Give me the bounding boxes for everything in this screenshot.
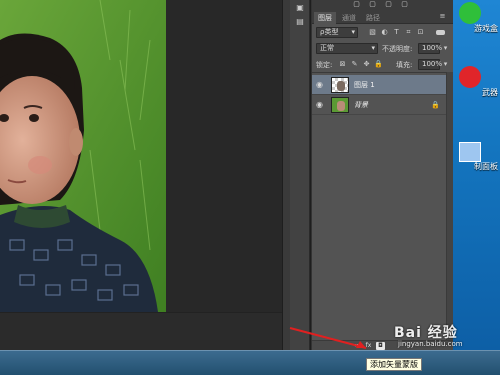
layer-row-layer1[interactable]: ◉ 图层 1: [312, 75, 446, 95]
panel-icon-c[interactable]: ▢: [384, 0, 393, 9]
filter-kind-select[interactable]: ρ类型 ▾: [316, 27, 358, 38]
blend-row: 正常 ▾ 不透明度: 100% ▾: [312, 41, 454, 57]
taskbar: [0, 350, 500, 375]
baidu-watermark-logo: Bai 经验: [394, 325, 458, 341]
add-vector-mask-tooltip: 添加矢量蒙版: [366, 358, 422, 371]
lock-all-icon[interactable]: 🔒: [374, 60, 383, 69]
game-box-icon: [459, 2, 481, 24]
eye-icon[interactable]: ◉: [316, 100, 326, 110]
panel-icon-a[interactable]: ▢: [352, 0, 361, 9]
desktop-icon-weapon[interactable]: 武器: [453, 66, 500, 98]
collapsed-panel-strip: ▣ ▤: [290, 0, 310, 350]
layer-row-background[interactable]: ◉ 背景 🔒: [312, 95, 446, 115]
document-canvas[interactable]: [0, 0, 282, 350]
control-panel-icon: [459, 142, 481, 162]
panel-tabs: 图层 通道 路径 ≡: [312, 10, 454, 24]
filter-toggle[interactable]: [436, 30, 445, 35]
lock-transparent-icon[interactable]: ⊠: [338, 60, 347, 69]
layers-list: ◉ 图层 1 ◉ 背景 🔒: [312, 72, 454, 340]
layer-thumbnail-content: [337, 81, 345, 91]
layer-name[interactable]: 图层 1: [354, 80, 375, 90]
lock-label: 锁定:: [316, 61, 333, 69]
lock-image-icon[interactable]: ✎: [350, 60, 359, 69]
filter-type-icon[interactable]: T: [392, 28, 401, 37]
desktop-icon-label: 游戏盒: [474, 24, 498, 33]
lock-icon: 🔒: [431, 101, 440, 109]
layers-panel: ▢ ▢ ▢ ▢ 图层 通道 路径 ≡ ρ类型 ▾ ▧ ◐ T ⌗ ⊡ 正常 ▾ …: [311, 0, 454, 350]
desktop-icon-game-box[interactable]: 游戏盒: [453, 2, 500, 34]
panel-header-strip: ▢ ▢ ▢ ▢: [312, 0, 454, 10]
baidu-watermark-url: jingyan.baidu.com: [398, 340, 463, 348]
lock-row: 锁定: ⊠ ✎ ✥ 🔒 填充: 100% ▾: [312, 57, 454, 73]
desktop-area: 游戏盒 武器 制面板: [453, 0, 500, 350]
properties-icon[interactable]: ▤: [294, 17, 306, 27]
opacity-input[interactable]: 100%: [418, 43, 442, 54]
canvas-pasteboard: [0, 312, 282, 350]
layer-name[interactable]: 背景: [354, 100, 368, 110]
chevron-down-icon: ▾: [371, 44, 375, 52]
layer-thumbnail: [331, 97, 349, 113]
add-mask-button[interactable]: ◘: [376, 342, 385, 350]
layer-thumbnail-content: [337, 101, 345, 111]
filter-pixel-icon[interactable]: ▧: [368, 28, 377, 37]
blend-mode-select[interactable]: 正常 ▾: [316, 43, 378, 54]
filter-row: ρ类型 ▾ ▧ ◐ T ⌗ ⊡: [312, 25, 454, 41]
panel-divider[interactable]: [282, 0, 290, 350]
panel-icon-b[interactable]: ▢: [368, 0, 377, 9]
eye-icon[interactable]: ◉: [316, 80, 326, 90]
history-icon[interactable]: ▣: [294, 3, 306, 13]
desktop-icon-label: 武器: [482, 88, 498, 97]
panel-menu-icon[interactable]: ≡: [438, 12, 447, 21]
tab-layers[interactable]: 图层: [314, 12, 336, 24]
fill-input[interactable]: 100%: [418, 59, 442, 70]
weapon-icon: [459, 66, 481, 88]
tab-paths[interactable]: 路径: [362, 12, 384, 24]
filter-kind-label: ρ类型: [320, 28, 339, 36]
panel-icon-d[interactable]: ▢: [400, 0, 409, 9]
filter-shape-icon[interactable]: ⌗: [404, 28, 413, 37]
tab-channels[interactable]: 通道: [338, 12, 360, 24]
photo-image: [0, 0, 166, 312]
photoshop-window: ▣ ▤ ▢ ▢ ▢ ▢ 图层 通道 路径 ≡ ρ类型 ▾ ▧ ◐ T ⌗ ⊡ 正…: [0, 0, 500, 375]
opacity-label: 不透明度:: [382, 45, 413, 53]
fill-dropdown-icon[interactable]: ▾: [441, 60, 450, 69]
red-arrow-annotation: [289, 327, 367, 349]
fill-label: 填充:: [396, 61, 413, 69]
filter-adjustment-icon[interactable]: ◐: [380, 28, 389, 37]
layer-thumbnail: [331, 77, 349, 93]
lock-position-icon[interactable]: ✥: [362, 60, 371, 69]
chevron-down-icon: ▾: [351, 28, 355, 36]
blend-mode-value: 正常: [320, 44, 334, 52]
opacity-dropdown-icon[interactable]: ▾: [441, 44, 450, 53]
desktop-icon-control-panel[interactable]: 制面板: [453, 142, 500, 172]
desktop-icon-label: 制面板: [474, 162, 498, 171]
filter-smart-object-icon[interactable]: ⊡: [416, 28, 425, 37]
